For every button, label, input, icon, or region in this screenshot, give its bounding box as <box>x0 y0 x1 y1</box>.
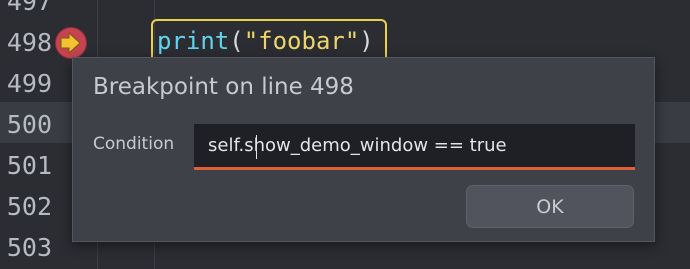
line-number-500: 500 <box>6 110 52 139</box>
code-function-token: print <box>157 27 230 55</box>
code-line-498[interactable]: print("foobar") <box>157 22 374 60</box>
breakpoint-marker[interactable] <box>56 28 86 58</box>
code-string-token: "foobar" <box>243 27 360 55</box>
dialog-title: Breakpoint on line 498 <box>93 74 354 100</box>
line-number-498: 498 <box>6 28 52 57</box>
ok-button[interactable]: OK <box>466 185 634 228</box>
line-number-502: 502 <box>6 192 52 221</box>
breakpoint-arrow-icon <box>60 31 81 55</box>
condition-label: Condition <box>93 134 175 154</box>
code-open-paren: ( <box>229 27 244 55</box>
line-number-497: 497 <box>6 0 52 16</box>
text-cursor <box>256 135 257 159</box>
line-number-499: 499 <box>6 69 52 98</box>
condition-input[interactable] <box>194 124 635 170</box>
code-close-paren: ) <box>359 27 374 55</box>
line-number-503: 503 <box>6 233 52 262</box>
breakpoint-dialog: Breakpoint on line 498 Condition OK <box>72 57 655 242</box>
line-number-501: 501 <box>6 151 52 180</box>
